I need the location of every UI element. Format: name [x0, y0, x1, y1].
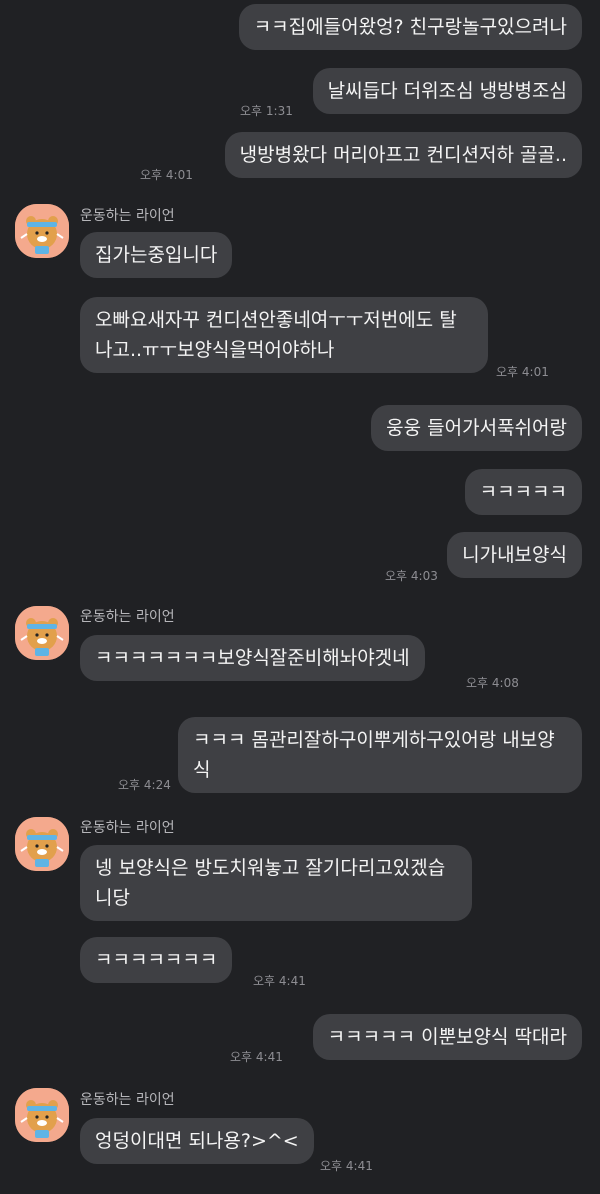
- message-timestamp: 오후 4:41: [230, 1050, 283, 1064]
- chat-screen: ㅋㅋ집에들어왔엉? 친구랑놀구있으려나 날씨듭다 더위조심 냉방병조심 오후 1…: [0, 0, 600, 1194]
- my-message-bubble[interactable]: ㅋㅋㅋㅋㅋ: [464, 469, 582, 515]
- friend-message-bubble[interactable]: 집가는중입니다: [80, 232, 233, 278]
- sender-name: 운동하는 라이언: [80, 820, 175, 836]
- my-message-bubble[interactable]: 웅웅 들어가서푹쉬어랑: [371, 405, 582, 451]
- message-timestamp: 오후 4:03: [385, 569, 438, 583]
- ryan-exercise-icon: [15, 606, 69, 660]
- message-timestamp: 오후 4:01: [496, 365, 549, 379]
- my-message-bubble[interactable]: 니가내보양식: [447, 532, 582, 578]
- message-timestamp: 오후 4:24: [118, 778, 171, 792]
- avatar[interactable]: [15, 817, 69, 871]
- friend-message-bubble[interactable]: 오빠요새자꾸 컨디션안좋네여ㅜㅜ저번에도 탈나고..ㅠㅜ보양식을먹어야하나: [80, 297, 488, 373]
- friend-message-bubble[interactable]: 엉덩이대면 되나용?>^<: [80, 1118, 314, 1164]
- sender-name: 운동하는 라이언: [80, 208, 175, 224]
- ryan-exercise-icon: [15, 817, 69, 871]
- my-message-bubble[interactable]: ㅋㅋㅋ 몸관리잘하구이뿌게하구있어랑 내보양식: [178, 717, 582, 793]
- message-timestamp: 오후 4:41: [320, 1159, 373, 1173]
- message-timestamp: 오후 4:01: [140, 168, 193, 182]
- ryan-exercise-icon: [15, 1088, 69, 1142]
- my-message-bubble[interactable]: ㅋㅋㅋㅋㅋ 이뿐보양식 딱대라: [312, 1014, 582, 1060]
- avatar[interactable]: [15, 204, 69, 258]
- my-message-bubble[interactable]: 날씨듭다 더위조심 냉방병조심: [312, 68, 582, 114]
- friend-message-bubble[interactable]: ㅋㅋㅋㅋㅋㅋㅋ보양식잘준비해놔야겟네: [80, 635, 425, 681]
- message-timestamp: 오후 4:41: [253, 974, 306, 988]
- message-timestamp: 오후 4:08: [466, 676, 519, 690]
- sender-name: 운동하는 라이언: [80, 609, 175, 625]
- avatar[interactable]: [15, 1088, 69, 1142]
- friend-message-bubble[interactable]: 넹 보양식은 방도치워놓고 잘기다리고있겠습니당: [80, 845, 472, 921]
- my-message-bubble[interactable]: ㅋㅋ집에들어왔엉? 친구랑놀구있으려나: [238, 4, 582, 50]
- my-message-bubble[interactable]: 냉방병왔다 머리아프고 컨디션저하 골골..: [224, 132, 582, 178]
- message-timestamp: 오후 1:31: [240, 104, 293, 118]
- friend-message-bubble[interactable]: ㅋㅋㅋㅋㅋㅋㅋ: [80, 937, 233, 983]
- ryan-exercise-icon: [15, 204, 69, 258]
- avatar[interactable]: [15, 606, 69, 660]
- sender-name: 운동하는 라이언: [80, 1092, 175, 1108]
